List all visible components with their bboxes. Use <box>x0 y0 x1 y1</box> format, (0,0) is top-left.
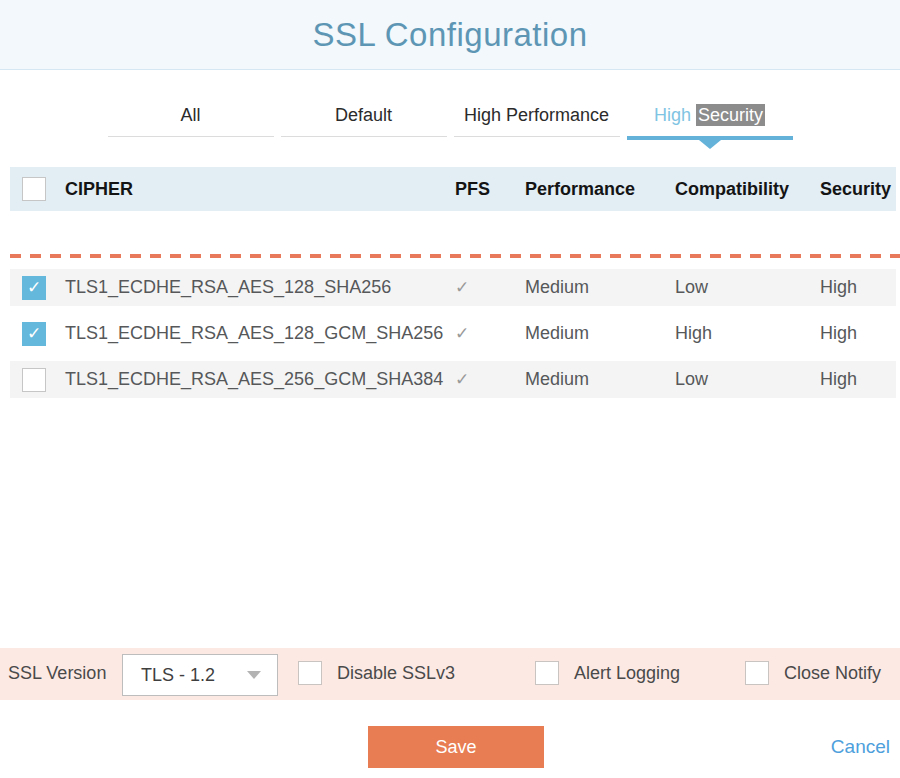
tab-high-security-word1: High <box>654 105 691 125</box>
pfs-check-icon: ✓ <box>455 323 525 344</box>
cipher-table: CIPHER PFS Performance Compatibility Sec… <box>10 167 896 211</box>
col-header-cipher: CIPHER <box>65 179 455 200</box>
table-header-row: CIPHER PFS Performance Compatibility Sec… <box>10 167 896 211</box>
col-header-pfs: PFS <box>455 179 525 200</box>
active-tab-pointer-icon <box>699 140 721 149</box>
cipher-rows: TLS1_ECDHE_RSA_AES_128_SHA256 ✓ Medium L… <box>0 269 900 398</box>
tab-high-security[interactable]: High Security <box>627 105 793 140</box>
cipher-name: TLS1_ECDHE_RSA_AES_128_SHA256 <box>65 277 455 298</box>
performance-value: Medium <box>525 323 675 344</box>
security-value: High <box>820 323 896 344</box>
disable-sslv3-checkbox[interactable] <box>298 661 322 685</box>
row-checkbox[interactable] <box>22 276 46 300</box>
compatibility-value: Low <box>675 369 820 390</box>
dialog-header: SSL Configuration <box>0 0 900 70</box>
disable-sslv3-label: Disable SSLv3 <box>337 663 455 684</box>
ssl-version-label: SSL Version <box>8 663 106 684</box>
tab-bar: All Default High Performance High Securi… <box>0 70 900 140</box>
col-header-performance: Performance <box>525 179 675 200</box>
disable-sslv3-option: Disable SSLv3 <box>298 661 455 685</box>
save-button[interactable]: Save <box>368 726 544 768</box>
close-notify-option: Close Notify <box>745 661 881 685</box>
alert-logging-label: Alert Logging <box>574 663 680 684</box>
page-title: SSL Configuration <box>312 16 587 54</box>
col-header-compatibility: Compatibility <box>675 179 820 200</box>
compatibility-value: High <box>675 323 820 344</box>
table-row: TLS1_ECDHE_RSA_AES_128_SHA256 ✓ Medium L… <box>10 269 896 306</box>
alert-logging-checkbox[interactable] <box>535 661 559 685</box>
dashed-divider <box>10 254 900 258</box>
tab-default[interactable]: Default <box>281 105 447 140</box>
performance-value: Medium <box>525 369 675 390</box>
performance-value: Medium <box>525 277 675 298</box>
cancel-link[interactable]: Cancel <box>831 736 890 758</box>
compatibility-value: Low <box>675 277 820 298</box>
tab-all[interactable]: All <box>108 105 274 140</box>
pfs-check-icon: ✓ <box>455 277 525 298</box>
row-checkbox[interactable] <box>22 322 46 346</box>
pfs-check-icon: ✓ <box>455 369 525 390</box>
select-all-checkbox[interactable] <box>22 177 46 201</box>
close-notify-checkbox[interactable] <box>745 661 769 685</box>
table-row: TLS1_ECDHE_RSA_AES_128_GCM_SHA256 ✓ Medi… <box>10 315 896 352</box>
ssl-configuration-dialog: SSL Configuration All Default High Perfo… <box>0 0 900 778</box>
tab-high-security-word2: Security <box>696 104 765 126</box>
ssl-options-bar: SSL Version TLS - 1.2 Disable SSLv3 Aler… <box>0 648 900 700</box>
dialog-actions: Save Cancel <box>0 726 900 768</box>
cipher-name: TLS1_ECDHE_RSA_AES_128_GCM_SHA256 <box>65 323 455 344</box>
ssl-version-select[interactable]: TLS - 1.2 <box>122 654 278 696</box>
cipher-name: TLS1_ECDHE_RSA_AES_256_GCM_SHA384 <box>65 369 455 390</box>
ssl-version-value: TLS - 1.2 <box>141 665 247 686</box>
security-value: High <box>820 369 896 390</box>
col-header-security: Security <box>820 179 896 200</box>
row-checkbox[interactable] <box>22 368 46 392</box>
table-row: TLS1_ECDHE_RSA_AES_256_GCM_SHA384 ✓ Medi… <box>10 361 896 398</box>
close-notify-label: Close Notify <box>784 663 881 684</box>
security-value: High <box>820 277 896 298</box>
tab-high-performance[interactable]: High Performance <box>454 105 620 140</box>
alert-logging-option: Alert Logging <box>535 661 680 685</box>
chevron-down-icon <box>247 671 261 679</box>
